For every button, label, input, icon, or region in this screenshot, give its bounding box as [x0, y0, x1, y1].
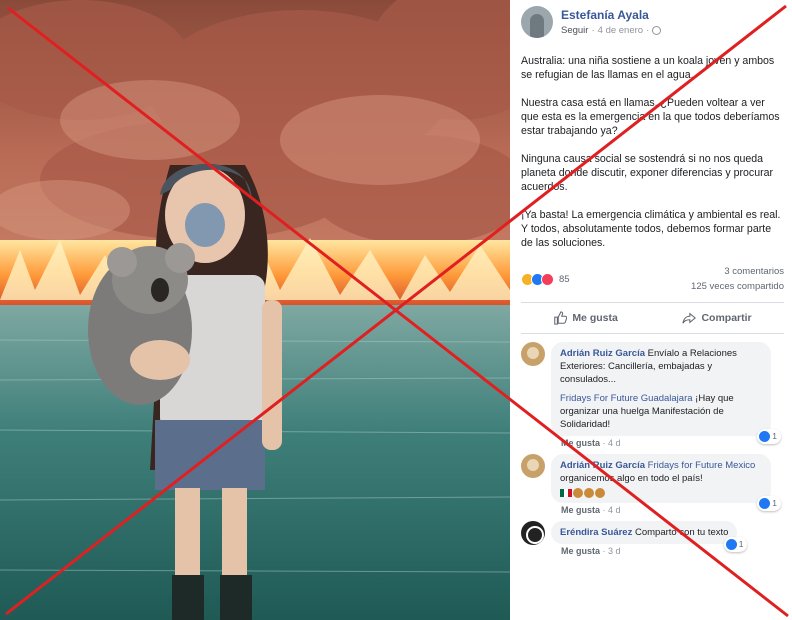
comment-author[interactable]: Adrián Ruiz García: [560, 348, 645, 359]
reply-mention[interactable]: Fridays For Future Guadalajara: [560, 393, 693, 404]
reactions-summary[interactable]: 85: [521, 264, 570, 294]
comments-section: Adrián Ruiz García Envíalo a Relaciones …: [521, 342, 784, 556]
post-date[interactable]: 4 de enero: [598, 25, 643, 36]
fist-icon: [584, 488, 594, 498]
globe-icon: [652, 26, 662, 35]
share-arrow-icon: [682, 312, 697, 324]
mexico-flag-icon: [560, 489, 572, 497]
post-body: Australia: una niña sostiene a un koala …: [521, 54, 784, 250]
like-reaction-icon: [759, 431, 771, 442]
comment-like-link[interactable]: Me gusta: [561, 505, 600, 515]
post-paragraph: ¡Ya basta! La emergencia climática y amb…: [521, 209, 781, 249]
share-button[interactable]: Compartir: [682, 311, 752, 325]
author-avatar[interactable]: [521, 6, 553, 38]
like-reaction-icon: [759, 498, 771, 509]
comment-bubble: Adrián Ruiz García Envíalo a Relaciones …: [551, 342, 781, 444]
commenter-avatar[interactable]: [521, 454, 545, 478]
comment-like-link[interactable]: Me gusta: [561, 546, 600, 556]
love-reaction-icon: [541, 272, 554, 286]
post-panel: Estefanía Ayala Seguir · 4 de enero · Au…: [510, 0, 792, 620]
meta-separator: ·: [646, 25, 650, 36]
comment-bubble: Adrián Ruiz García Fridays for Future Me…: [551, 454, 781, 511]
comments-count[interactable]: 3 comentarios: [691, 264, 784, 279]
comment-time[interactable]: 4 d: [608, 438, 621, 448]
post-paragraph: Nuestra casa está en llamas. ¿Pueden vol…: [521, 97, 780, 137]
comment-text: Comparto con tu texto: [634, 527, 729, 538]
like-reaction-icon: [725, 539, 737, 550]
shares-count[interactable]: 125 veces compartido: [691, 279, 784, 294]
comment-emojis: [560, 488, 762, 498]
meta-separator: ·: [591, 25, 595, 36]
commenter-avatar[interactable]: [521, 521, 545, 545]
follow-link[interactable]: Seguir: [561, 25, 588, 36]
comment: Eréndira Suárez Comparto con tu texto 1 …: [521, 521, 784, 556]
fist-icon: [595, 488, 605, 498]
comment: Adrián Ruiz García Fridays for Future Me…: [521, 454, 784, 515]
comment-like-badge[interactable]: 1: [757, 429, 781, 444]
comment-author[interactable]: Adrián Ruiz García: [560, 460, 645, 471]
comment-text: organicemos algo en todo el país!: [560, 473, 703, 484]
comment-reply-text: Fridays For Future Guadalajara ¡Hay que …: [560, 392, 762, 431]
post-paragraph: Ninguna causa social se sostendrá si no …: [521, 153, 774, 193]
post-header: Estefanía Ayala Seguir · 4 de enero ·: [521, 0, 784, 44]
post-paragraph: Australia: una niña sostiene a un koala …: [521, 55, 775, 81]
commenter-avatar[interactable]: [521, 342, 545, 366]
comment-author[interactable]: Eréndira Suárez: [560, 527, 632, 538]
author-name[interactable]: Estefanía Ayala: [561, 8, 661, 22]
like-button[interactable]: Me gusta: [553, 311, 618, 325]
comment-time[interactable]: 3 d: [608, 546, 621, 556]
post-stats: 85 3 comentarios 125 veces compartido: [521, 264, 784, 294]
comment: Adrián Ruiz García Envíalo a Relaciones …: [521, 342, 784, 448]
post-actions: Me gusta Compartir: [521, 302, 784, 334]
comment-like-badge[interactable]: 1: [723, 537, 748, 552]
girl-koala-fire-image: [0, 0, 510, 620]
fist-icon: [573, 488, 583, 498]
comment-time[interactable]: 4 d: [608, 505, 621, 515]
comment-like-count: 1: [738, 539, 744, 549]
comment-actions: Me gusta · 3 d: [561, 546, 621, 556]
like-label: Me gusta: [572, 312, 618, 324]
like-thumb-icon: [554, 311, 568, 325]
comment-like-count: 1: [772, 431, 777, 441]
comment-like-badge[interactable]: 1: [757, 496, 781, 511]
post-photo[interactable]: [0, 0, 510, 620]
reaction-count: 85: [559, 273, 570, 285]
comment-like-count: 1: [772, 498, 777, 508]
comment-like-link[interactable]: Me gusta: [561, 438, 600, 448]
comment-mention[interactable]: Fridays for Future Mexico: [648, 460, 756, 471]
comment-actions: Me gusta · 4 d: [561, 438, 621, 448]
comment-actions: Me gusta · 4 d: [561, 505, 621, 515]
post-meta: Seguir · 4 de enero ·: [561, 25, 662, 36]
comment-bubble: Eréndira Suárez Comparto con tu texto 1: [551, 521, 748, 552]
share-label: Compartir: [701, 312, 752, 324]
